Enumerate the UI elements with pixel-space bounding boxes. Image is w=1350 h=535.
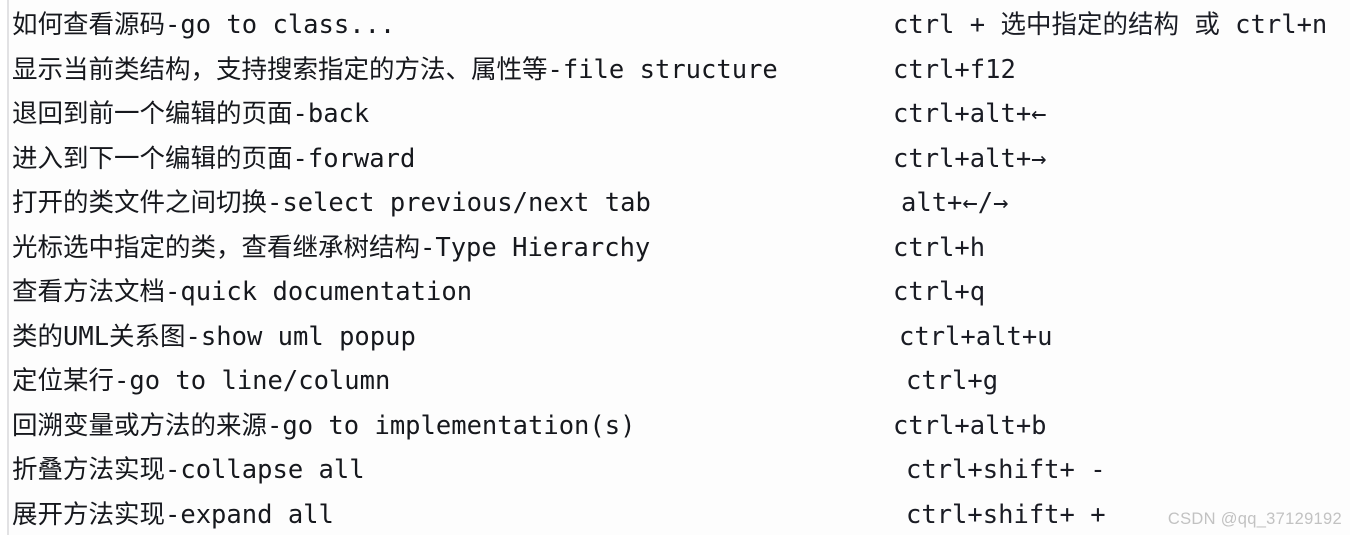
shortcut-keys: ctrl+alt+← xyxy=(893,99,1047,129)
shortcut-keys: ctrl+alt+→ xyxy=(893,143,1047,174)
shortcut-description: 退回到前一个编辑的页面-back xyxy=(12,99,370,129)
shortcut-row: 查看方法文档-quick documentation ctrl+q xyxy=(0,270,1350,315)
shortcut-list: 如何查看源码-go to class... ctrl + 选中指定的结构 或 ct… xyxy=(0,0,1350,535)
shortcut-row: 退回到前一个编辑的页面-back ctrl+alt+← xyxy=(0,92,1350,137)
shortcut-description: 光标选中指定的类，查看继承树结构-Type Hierarchy xyxy=(12,232,651,263)
shortcut-description: 如何查看源码-go to class... xyxy=(12,10,396,40)
shortcut-row: 折叠方法实现-collapse all ctrl+shift+ - xyxy=(0,448,1350,493)
shortcut-keys: ctrl+alt+u xyxy=(899,321,1053,352)
shortcut-keys: ctrl+q xyxy=(893,277,986,307)
shortcut-keys: ctrl+shift+ - xyxy=(906,455,1106,485)
shortcut-description: 回溯变量或方法的来源-go to implementation(s) xyxy=(12,410,636,441)
shortcut-description: 类的UML关系图-show uml popup xyxy=(12,321,416,352)
shortcut-row: 进入到下一个编辑的页面-forward ctrl+alt+→ xyxy=(0,137,1350,182)
shortcut-description: 打开的类文件之间切换-select previous/next tab xyxy=(12,188,651,218)
shortcut-keys: alt+←/→ xyxy=(901,188,1009,218)
shortcut-row: 定位某行-go to line/column ctrl+g xyxy=(0,359,1350,404)
shortcut-keys: ctrl+shift+ + xyxy=(906,499,1106,530)
shortcut-keys: ctrl+g xyxy=(906,366,999,396)
shortcut-keys: ctrl+h xyxy=(893,232,986,263)
shortcut-description: 查看方法文档-quick documentation xyxy=(12,277,473,307)
shortcut-row: 显示当前类结构，支持搜索指定的方法、属性等-file structure ctrl… xyxy=(0,48,1350,93)
shortcut-row: 展开方法实现-expand all ctrl+shift+ + xyxy=(0,493,1350,535)
shortcut-keys: ctrl+f12 xyxy=(893,54,1016,85)
shortcut-row: 光标选中指定的类，查看继承树结构-Type Hierarchy ctrl+h xyxy=(0,226,1350,271)
shortcut-description: 展开方法实现-expand all xyxy=(12,499,334,530)
shortcut-description: 定位某行-go to line/column xyxy=(12,366,391,396)
shortcut-row: 如何查看源码-go to class... ctrl + 选中指定的结构 或 ct… xyxy=(0,3,1350,48)
shortcut-description: 进入到下一个编辑的页面-forward xyxy=(12,143,416,174)
shortcut-row: 类的UML关系图-show uml popup ctrl+alt+u xyxy=(0,315,1350,360)
csdn-watermark: CSDN @qq_37129192 xyxy=(1167,510,1342,528)
shortcut-keys: ctrl+alt+b xyxy=(893,410,1047,441)
shortcut-description: 显示当前类结构，支持搜索指定的方法、属性等-file structure xyxy=(12,54,778,85)
shortcut-keys: ctrl + 选中指定的结构 或 ctrl+n xyxy=(893,10,1328,40)
shortcut-reference-image: 如何查看源码-go to class... ctrl + 选中指定的结构 或 ct… xyxy=(0,0,1350,535)
shortcut-row: 打开的类文件之间切换-select previous/next tab alt+←… xyxy=(0,181,1350,226)
shortcut-description: 折叠方法实现-collapse all xyxy=(12,455,365,485)
shortcut-row: 回溯变量或方法的来源-go to implementation(s) ctrl+a… xyxy=(0,404,1350,449)
